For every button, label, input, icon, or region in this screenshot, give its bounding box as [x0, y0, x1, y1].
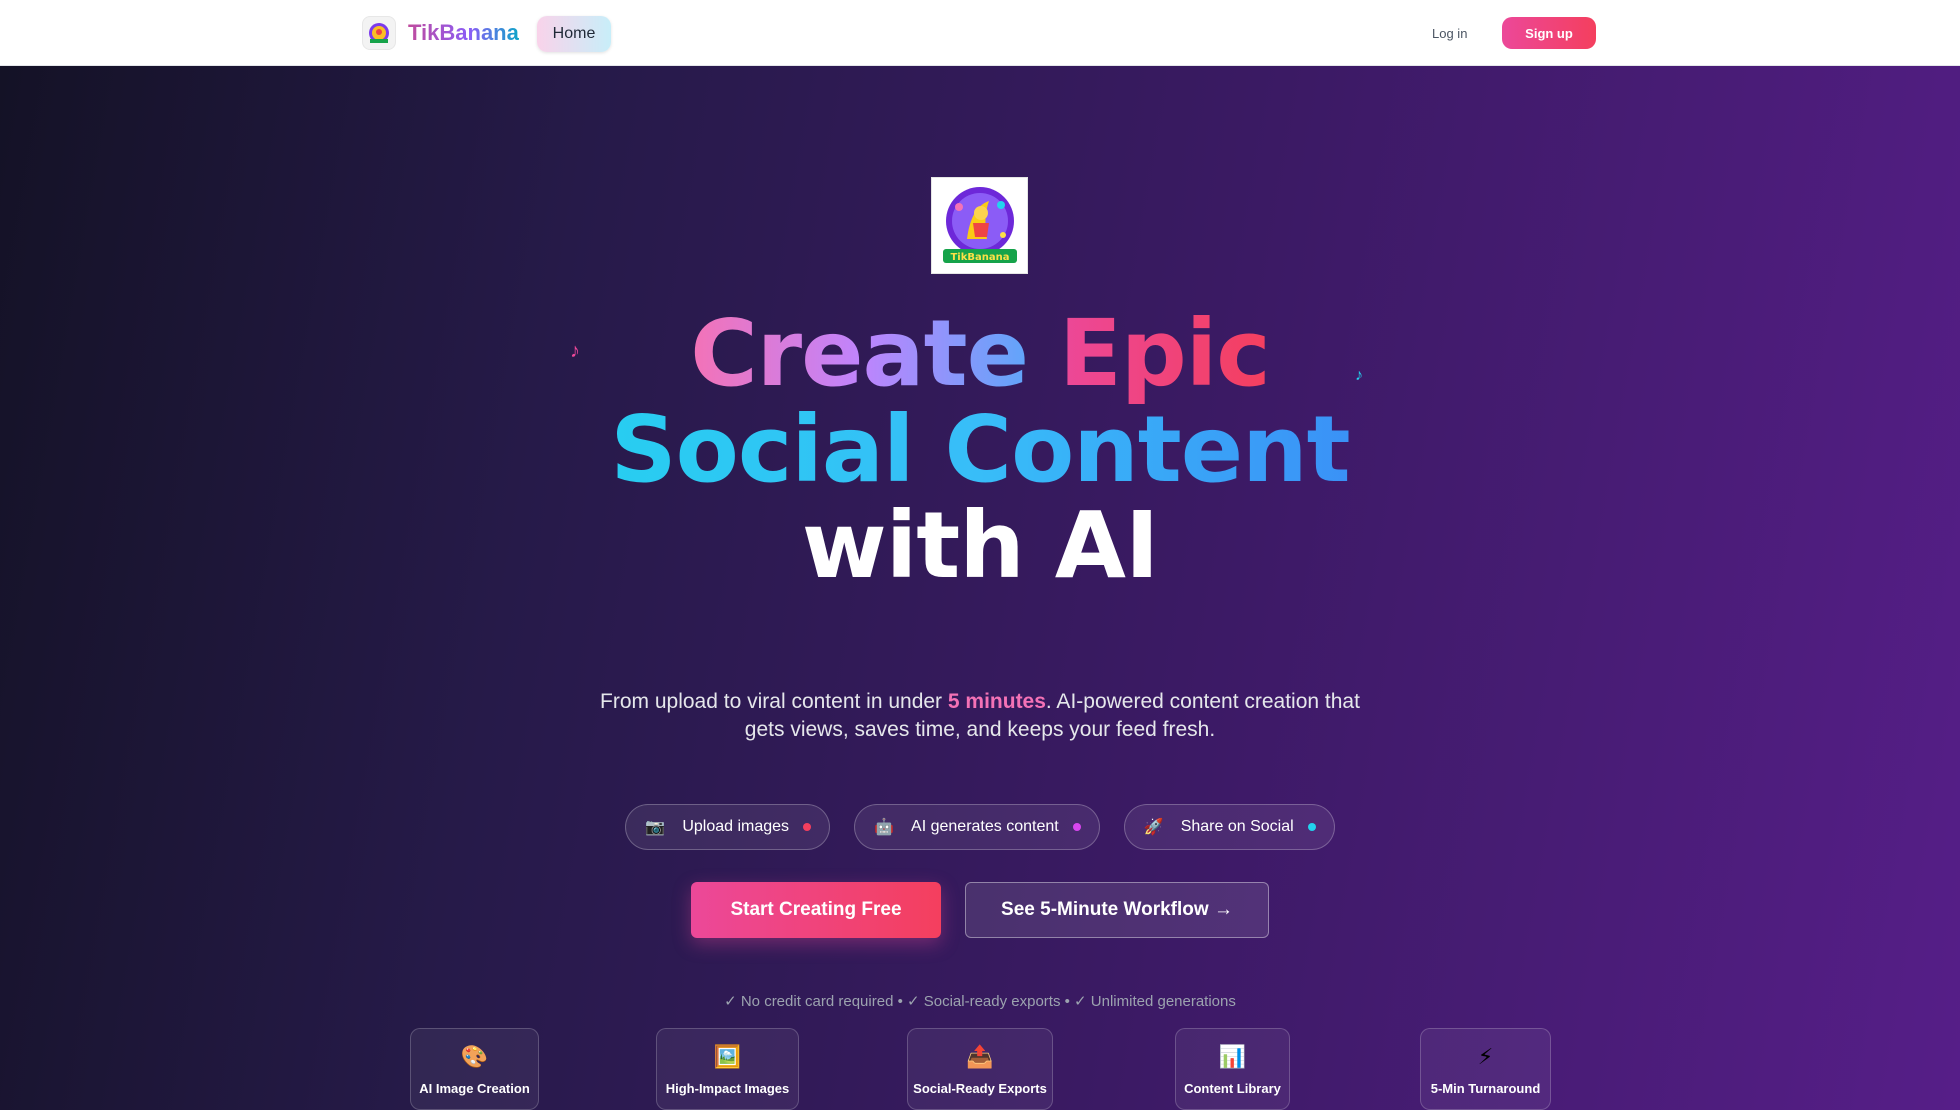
lightning-icon: ⚡: [1477, 1044, 1494, 1069]
headline-line-3: with AI: [801, 492, 1159, 599]
feature-label: 5-Min Turnaround: [1430, 1081, 1541, 1096]
status-dot: [1307, 823, 1316, 831]
subtitle-highlight: 5 minutes: [947, 690, 1046, 713]
step-label: Upload images: [682, 818, 790, 835]
bar-chart-icon: 📊: [1218, 1044, 1247, 1069]
feature-label: Content Library: [1184, 1081, 1281, 1096]
feature-card-ai-image: 🎨 AI Image Creation: [410, 1028, 539, 1110]
step-label: Share on Social: [1180, 818, 1294, 835]
step-pill-ai: 🤖 AI generates content: [854, 804, 1100, 850]
headline-line-1: Create Epic: [480, 306, 1480, 402]
palette-icon: 🎨: [460, 1044, 489, 1069]
see-workflow-button[interactable]: See 5-Minute Workflow →: [965, 882, 1269, 938]
step-pill-share: 🚀 Share on Social: [1123, 804, 1335, 850]
nav-home-link[interactable]: Home: [537, 16, 611, 52]
export-tray-icon: 📤: [966, 1044, 994, 1069]
top-navbar: TikBanana Home Log in Sign up: [0, 0, 1960, 66]
subtitle-text-before: From upload to viral content in under: [600, 690, 948, 713]
login-link[interactable]: Log in: [1432, 20, 1467, 46]
hero-logo-image: TikBanana: [931, 177, 1028, 274]
hero-subtitle: From upload to viral content in under 5 …: [580, 688, 1380, 744]
hero-section: TikBanana ♪ ♪ Create Epic Social Content…: [0, 66, 1960, 1110]
brand-name: TikBanana: [408, 20, 519, 45]
status-dot: [1072, 823, 1081, 831]
hero-headline: Create Epic Social Content with AI: [480, 306, 1480, 594]
rocket-icon: 🚀: [1143, 819, 1164, 836]
feature-label: High-Impact Images: [665, 1081, 790, 1096]
step-label: AI generates content: [911, 818, 1059, 835]
framed-picture-icon: 🖼️: [713, 1044, 742, 1069]
feature-card-library: 📊 Content Library: [1175, 1028, 1290, 1110]
trust-line: ✓ No credit card required • ✓ Social-rea…: [724, 993, 1236, 1010]
feature-label: AI Image Creation: [419, 1081, 530, 1096]
step-pill-upload: 📷 Upload images: [625, 804, 831, 850]
start-creating-button[interactable]: Start Creating Free: [691, 882, 941, 938]
feature-card-turnaround: ⚡ 5-Min Turnaround: [1420, 1028, 1551, 1110]
robot-icon: 🤖: [874, 819, 894, 836]
feature-card-high-impact: 🖼️ High-Impact Images: [656, 1028, 799, 1110]
signup-button[interactable]: Sign up: [1502, 17, 1596, 49]
workflow-steps: 📷 Upload images 🤖 AI generates content 🚀…: [0, 804, 1960, 850]
headline-line-2: Social Content: [480, 402, 1480, 498]
camera-icon: 📷: [645, 819, 666, 836]
status-dot: [803, 823, 812, 831]
headline-word-epic: Epic: [1059, 300, 1271, 407]
feature-label: Social-Ready Exports: [913, 1081, 1047, 1096]
brand-logo-icon: [362, 16, 396, 50]
headline-word-create: Create: [690, 300, 1029, 407]
brand-link[interactable]: TikBanana: [362, 14, 519, 52]
feature-cards: 🎨 AI Image Creation 🖼️ High-Impact Image…: [0, 1028, 1960, 1110]
feature-card-exports: 📤 Social-Ready Exports: [907, 1028, 1053, 1110]
hero-logo-text: TikBanana: [950, 252, 1009, 263]
